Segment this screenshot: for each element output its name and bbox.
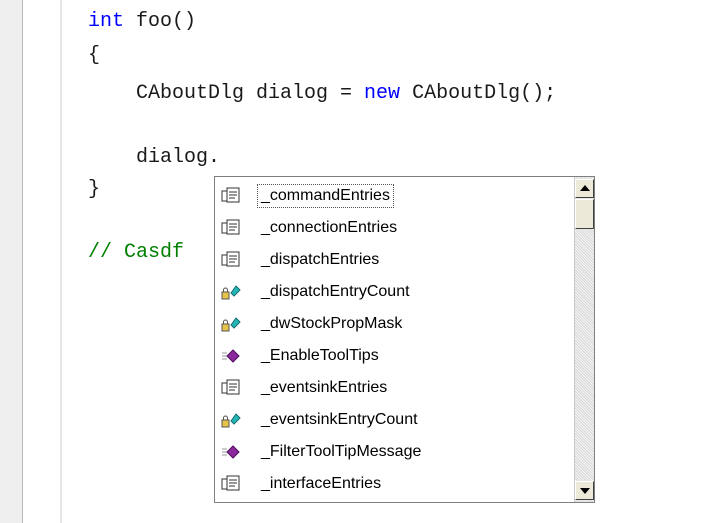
autocomplete-item[interactable]: _dispatchEntries — [215, 245, 574, 275]
scroll-up-button[interactable] — [575, 179, 594, 198]
editor-margin — [23, 0, 60, 523]
method-icon — [221, 347, 241, 365]
autocomplete-list[interactable]: _commandEntries _connectionEntries _dispat… — [215, 177, 574, 502]
constructor-call: CAboutDlg(); — [400, 82, 557, 105]
autocomplete-item[interactable]: _FilterToolTipMessage — [215, 437, 574, 467]
autocomplete-item-label: _commandEntries — [257, 184, 394, 208]
code-comment-line[interactable]: // Casdf — [88, 241, 184, 265]
autocomplete-item-label: _dispatchEntries — [261, 251, 380, 268]
keyword-new: new — [364, 82, 401, 105]
editor-ruler — [60, 0, 62, 523]
code-line-1[interactable]: int foo() — [88, 10, 196, 34]
struct-member-icon — [221, 251, 241, 269]
struct-member-icon — [221, 187, 241, 205]
code-line-2[interactable]: { — [88, 44, 100, 68]
autocomplete-scrollbar[interactable] — [574, 177, 594, 502]
autocomplete-item-label: _FilterToolTipMessage — [261, 443, 422, 460]
autocomplete-item[interactable]: _dwStockPropMask — [215, 309, 574, 339]
autocomplete-item-label: _interfaceEntries — [261, 475, 382, 492]
autocomplete-item[interactable]: _eventsinkEntries — [215, 373, 574, 403]
autocomplete-item[interactable]: _eventsinkEntryCount — [215, 405, 574, 435]
private-field-icon — [221, 315, 241, 333]
editor-gutter — [0, 0, 22, 523]
code-line-5[interactable]: dialog. — [88, 146, 220, 170]
private-field-icon — [221, 283, 241, 301]
declaration-text: CAboutDlg dialog = — [88, 82, 365, 105]
autocomplete-item[interactable]: _EnableToolTips — [215, 341, 574, 371]
struct-member-icon — [221, 475, 241, 493]
method-icon — [221, 443, 241, 461]
struct-member-icon — [221, 219, 241, 237]
autocomplete-item-label: _eventsinkEntries — [261, 379, 388, 396]
private-field-icon — [221, 411, 241, 429]
autocomplete-item[interactable]: _interfaceEntries — [215, 469, 574, 499]
arrow-down-icon — [580, 488, 590, 494]
autocomplete-item[interactable]: _connectionEntries — [215, 213, 574, 243]
autocomplete-item-label: _eventsinkEntryCount — [261, 411, 418, 428]
scroll-thumb[interactable] — [575, 199, 594, 229]
scroll-down-button[interactable] — [575, 481, 594, 500]
keyword-int: int — [88, 10, 125, 33]
autocomplete-item-label: _EnableToolTips — [261, 347, 379, 364]
autocomplete-item[interactable]: _commandEntries — [215, 181, 574, 211]
autocomplete-item-label: _connectionEntries — [261, 219, 398, 236]
autocomplete-item-label: _dispatchEntryCount — [261, 283, 410, 300]
code-line-3[interactable]: CAboutDlg dialog = new CAboutDlg(); — [88, 82, 556, 106]
autocomplete-item-label: _dwStockPropMask — [261, 315, 403, 332]
code-line-6[interactable]: } — [88, 178, 100, 202]
function-signature: foo() — [124, 10, 197, 33]
autocomplete-popup[interactable]: _commandEntries _connectionEntries _dispat… — [214, 176, 595, 503]
autocomplete-item[interactable]: _dispatchEntryCount — [215, 277, 574, 307]
struct-member-icon — [221, 379, 241, 397]
arrow-up-icon — [580, 185, 590, 191]
